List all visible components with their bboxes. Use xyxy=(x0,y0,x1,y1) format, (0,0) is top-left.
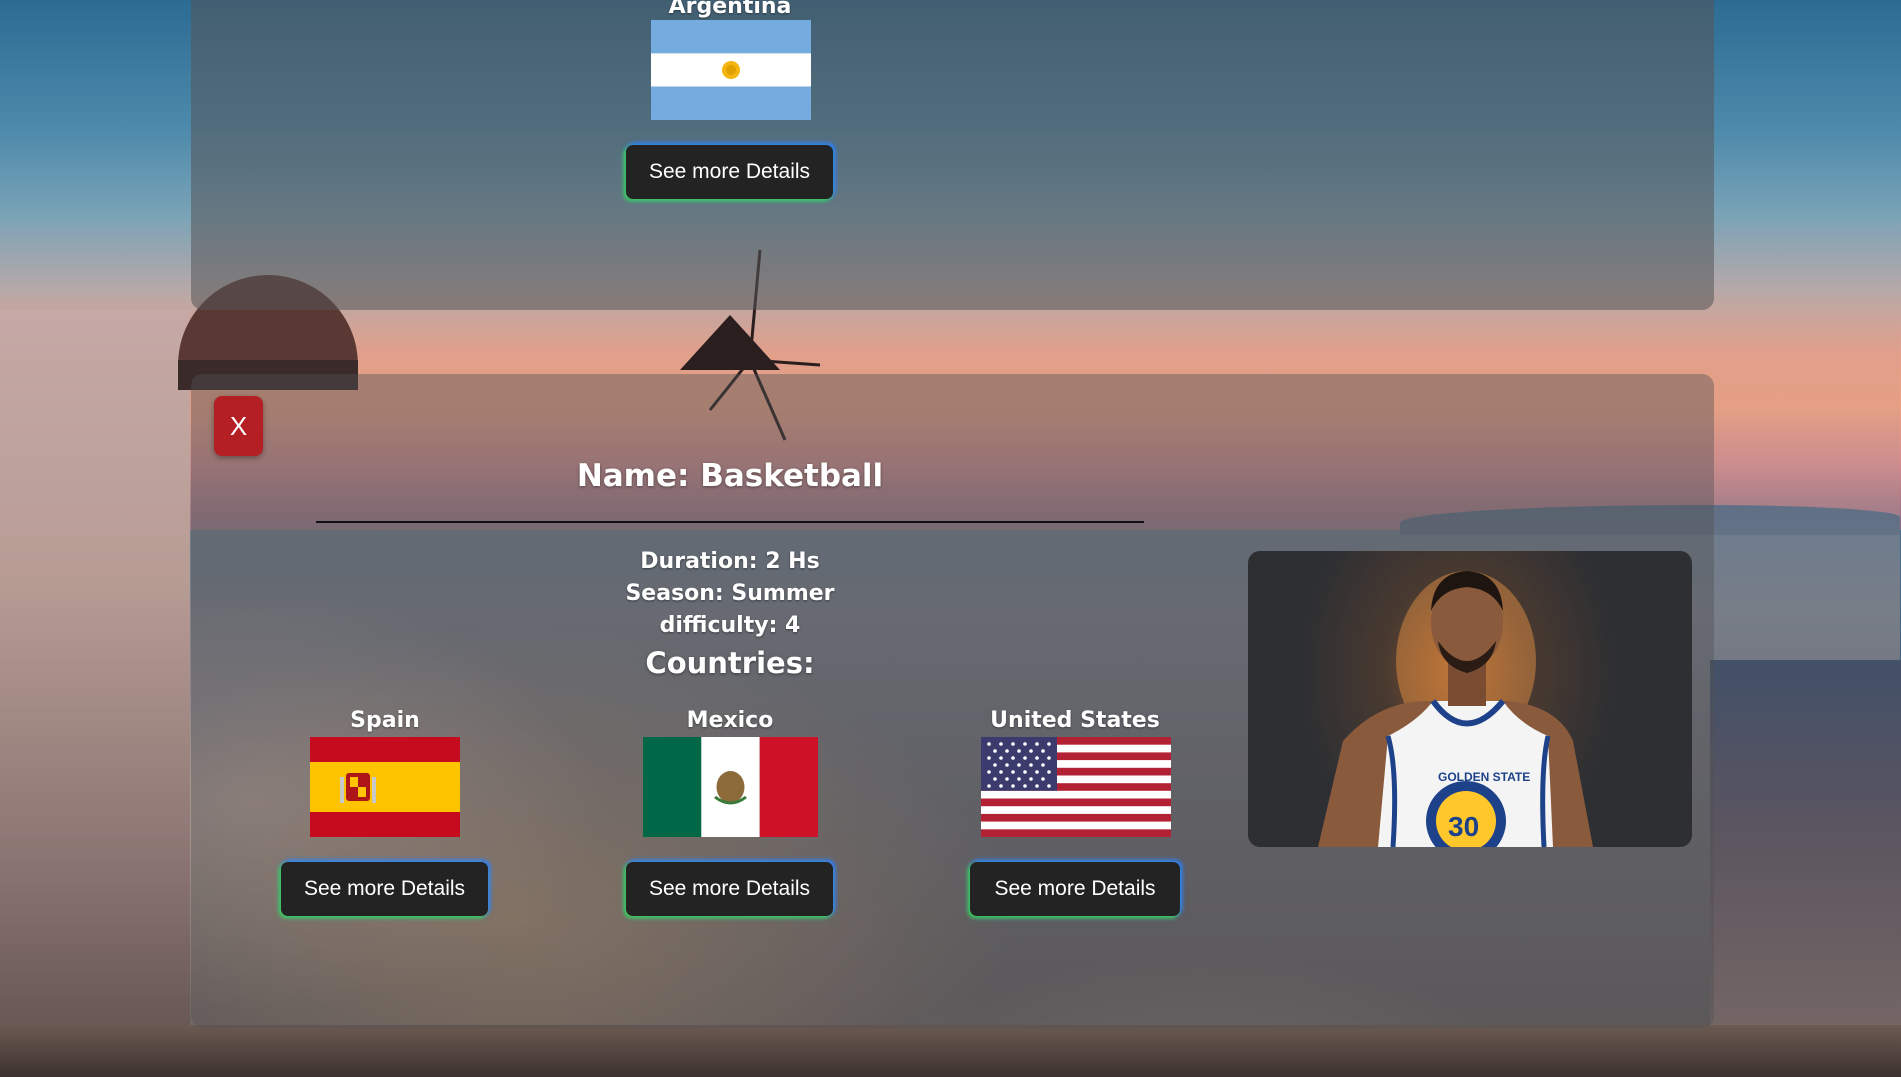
jersey-text: GOLDEN STATE xyxy=(1438,770,1530,784)
country-card-mexico: Mexico xyxy=(620,708,840,733)
activity-name: Name: Basketball xyxy=(576,458,884,494)
see-more-details-button-argentina[interactable]: See more Details xyxy=(626,145,833,199)
see-more-details-button-mexico[interactable]: See more Details xyxy=(626,862,833,916)
see-more-details-button-spain[interactable]: See more Details xyxy=(281,862,488,916)
country-name: Argentina xyxy=(668,0,792,19)
country-card-united-states: United States xyxy=(955,708,1195,733)
country-name: United States xyxy=(990,708,1160,733)
activity-difficulty: difficulty: 4 xyxy=(659,613,801,638)
see-more-details-button-united-states[interactable]: See more Details xyxy=(970,862,1180,916)
country-card-spain: Spain xyxy=(275,708,495,733)
country-name: Spain xyxy=(350,708,420,733)
countries-heading: Countries: xyxy=(645,646,815,680)
basketball-player-image: GOLDEN STATE 30 xyxy=(1318,571,1593,847)
activity-duration: Duration: 2 Hs xyxy=(640,549,820,574)
united-states-flag xyxy=(981,737,1171,837)
mexico-flag xyxy=(643,737,818,837)
left-houses xyxy=(0,310,190,1077)
activity-season: Season: Summer xyxy=(625,581,835,606)
divider xyxy=(316,521,1144,523)
jersey-number: 30 xyxy=(1448,811,1479,842)
foreground-ground xyxy=(0,1025,1901,1077)
argentina-flag xyxy=(651,20,811,120)
activity-photo: GOLDEN STATE 30 xyxy=(1248,551,1692,847)
right-cliff xyxy=(1710,660,1901,1077)
activity-card-previous xyxy=(191,0,1714,310)
close-button[interactable]: X xyxy=(214,396,263,456)
spain-flag xyxy=(310,737,460,837)
country-card-argentina: Argentina xyxy=(620,0,840,19)
country-name: Mexico xyxy=(686,708,774,733)
